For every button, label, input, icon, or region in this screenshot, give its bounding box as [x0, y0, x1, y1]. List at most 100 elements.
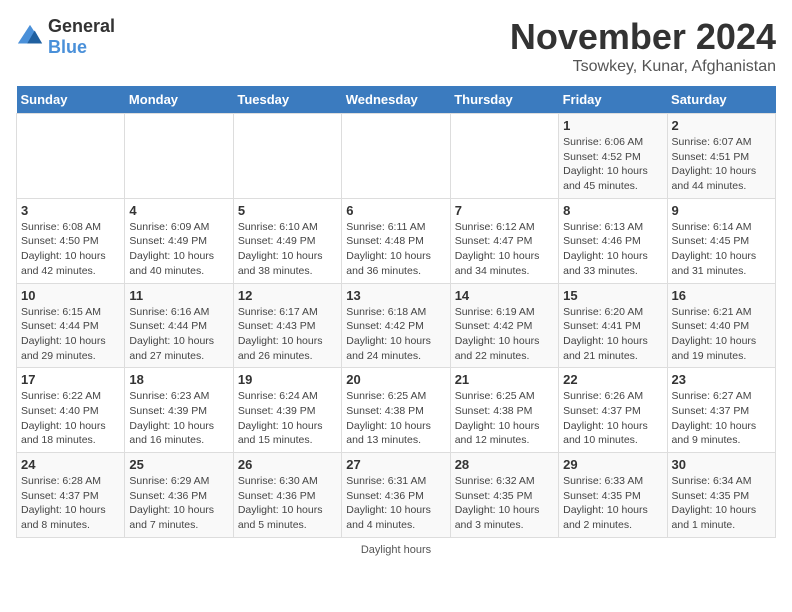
day-number: 1 [563, 118, 662, 133]
calendar-cell [233, 114, 341, 199]
day-info: Sunrise: 6:25 AM Sunset: 4:38 PM Dayligh… [455, 389, 554, 448]
day-number: 21 [455, 372, 554, 387]
logo-icon [16, 23, 44, 51]
calendar-cell: 29Sunrise: 6:33 AM Sunset: 4:35 PM Dayli… [559, 453, 667, 538]
day-info: Sunrise: 6:30 AM Sunset: 4:36 PM Dayligh… [238, 474, 337, 533]
day-info: Sunrise: 6:16 AM Sunset: 4:44 PM Dayligh… [129, 305, 228, 364]
day-info: Sunrise: 6:11 AM Sunset: 4:48 PM Dayligh… [346, 220, 445, 279]
day-number: 25 [129, 457, 228, 472]
day-number: 17 [21, 372, 120, 387]
calendar-cell: 1Sunrise: 6:06 AM Sunset: 4:52 PM Daylig… [559, 114, 667, 199]
calendar-cell: 15 Sunrise: 6:20 AM Sunset: 4:41 PM Dayli… [559, 283, 667, 368]
calendar-cell: 25 Sunrise: 6:29 AM Sunset: 4:36 PM Dayli… [125, 453, 233, 538]
day-number: 10 [21, 288, 120, 303]
calendar-cell: 6 Sunrise: 6:11 AM Sunset: 4:48 PM Daylig… [342, 198, 450, 283]
calendar-cell: 27Sunrise: 6:31 AM Sunset: 4:36 PM Dayli… [342, 453, 450, 538]
day-info: Sunrise: 6:14 AM Sunset: 4:45 PM Dayligh… [672, 220, 771, 279]
location-title: Tsowkey, Kunar, Afghanistan [510, 58, 776, 76]
logo-text-general: General [48, 16, 115, 36]
calendar-cell: 2Sunrise: 6:07 AM Sunset: 4:51 PM Daylig… [667, 114, 775, 199]
calendar-day-header: Tuesday [233, 86, 341, 114]
calendar-cell: 18 Sunrise: 6:23 AM Sunset: 4:39 PM Dayli… [125, 368, 233, 453]
calendar-day-header: Monday [125, 86, 233, 114]
calendar-cell: 12 Sunrise: 6:17 AM Sunset: 4:43 PM Dayli… [233, 283, 341, 368]
calendar-cell: 23Sunrise: 6:27 AM Sunset: 4:37 PM Dayli… [667, 368, 775, 453]
calendar-cell: 9Sunrise: 6:14 AM Sunset: 4:45 PM Daylig… [667, 198, 775, 283]
day-number: 8 [563, 203, 662, 218]
day-number: 11 [129, 288, 228, 303]
day-number: 30 [672, 457, 771, 472]
day-info: Sunrise: 6:08 AM Sunset: 4:50 PM Dayligh… [21, 220, 120, 279]
calendar-cell: 4Sunrise: 6:09 AM Sunset: 4:49 PM Daylig… [125, 198, 233, 283]
day-info: Sunrise: 6:28 AM Sunset: 4:37 PM Dayligh… [21, 474, 120, 533]
day-info: Sunrise: 6:15 AM Sunset: 4:44 PM Dayligh… [21, 305, 120, 364]
day-info: Sunrise: 6:20 AM Sunset: 4:41 PM Dayligh… [563, 305, 662, 364]
calendar-cell: 3 Sunrise: 6:08 AM Sunset: 4:50 PM Daylig… [17, 198, 125, 283]
calendar-week-row: 10 Sunrise: 6:15 AM Sunset: 4:44 PM Dayli… [17, 283, 776, 368]
day-number: 22 [563, 372, 662, 387]
calendar-cell: 30 Sunrise: 6:34 AM Sunset: 4:35 PM Dayli… [667, 453, 775, 538]
calendar-day-header: Sunday [17, 86, 125, 114]
footer-note: Daylight hours [16, 544, 776, 556]
calendar-week-row: 17 Sunrise: 6:22 AM Sunset: 4:40 PM Dayli… [17, 368, 776, 453]
calendar-week-row: 1Sunrise: 6:06 AM Sunset: 4:52 PM Daylig… [17, 114, 776, 199]
day-number: 18 [129, 372, 228, 387]
day-info: Sunrise: 6:22 AM Sunset: 4:40 PM Dayligh… [21, 389, 120, 448]
day-number: 28 [455, 457, 554, 472]
day-number: 26 [238, 457, 337, 472]
day-info: Sunrise: 6:23 AM Sunset: 4:39 PM Dayligh… [129, 389, 228, 448]
day-number: 27 [346, 457, 445, 472]
calendar-cell: 13 Sunrise: 6:18 AM Sunset: 4:42 PM Dayli… [342, 283, 450, 368]
day-info: Sunrise: 6:17 AM Sunset: 4:43 PM Dayligh… [238, 305, 337, 364]
calendar-header-row: SundayMondayTuesdayWednesdayThursdayFrid… [17, 86, 776, 114]
calendar-cell: 16 Sunrise: 6:21 AM Sunset: 4:40 PM Dayli… [667, 283, 775, 368]
calendar-cell: 17 Sunrise: 6:22 AM Sunset: 4:40 PM Dayli… [17, 368, 125, 453]
day-info: Sunrise: 6:18 AM Sunset: 4:42 PM Dayligh… [346, 305, 445, 364]
calendar-table: SundayMondayTuesdayWednesdayThursdayFrid… [16, 86, 776, 538]
day-number: 15 [563, 288, 662, 303]
calendar-cell: 22 Sunrise: 6:26 AM Sunset: 4:37 PM Dayli… [559, 368, 667, 453]
day-number: 13 [346, 288, 445, 303]
day-number: 7 [455, 203, 554, 218]
day-number: 24 [21, 457, 120, 472]
day-number: 6 [346, 203, 445, 218]
calendar-day-header: Wednesday [342, 86, 450, 114]
day-info: Sunrise: 6:19 AM Sunset: 4:42 PM Dayligh… [455, 305, 554, 364]
calendar-cell [125, 114, 233, 199]
day-number: 5 [238, 203, 337, 218]
day-number: 23 [672, 372, 771, 387]
day-number: 2 [672, 118, 771, 133]
calendar-week-row: 3 Sunrise: 6:08 AM Sunset: 4:50 PM Daylig… [17, 198, 776, 283]
page-header: General Blue November 2024 Tsowkey, Kuna… [16, 16, 776, 76]
day-info: Sunrise: 6:24 AM Sunset: 4:39 PM Dayligh… [238, 389, 337, 448]
calendar-cell: 10 Sunrise: 6:15 AM Sunset: 4:44 PM Dayli… [17, 283, 125, 368]
calendar-cell: 28Sunrise: 6:32 AM Sunset: 4:35 PM Dayli… [450, 453, 558, 538]
calendar-cell [450, 114, 558, 199]
calendar-cell: 8 Sunrise: 6:13 AM Sunset: 4:46 PM Daylig… [559, 198, 667, 283]
calendar-cell: 7 Sunrise: 6:12 AM Sunset: 4:47 PM Daylig… [450, 198, 558, 283]
day-number: 16 [672, 288, 771, 303]
logo-text-blue: Blue [48, 37, 87, 57]
day-info: Sunrise: 6:26 AM Sunset: 4:37 PM Dayligh… [563, 389, 662, 448]
day-number: 12 [238, 288, 337, 303]
calendar-cell [17, 114, 125, 199]
calendar-week-row: 24 Sunrise: 6:28 AM Sunset: 4:37 PM Dayli… [17, 453, 776, 538]
day-info: Sunrise: 6:34 AM Sunset: 4:35 PM Dayligh… [672, 474, 771, 533]
calendar-cell [342, 114, 450, 199]
calendar-cell: 20Sunrise: 6:25 AM Sunset: 4:38 PM Dayli… [342, 368, 450, 453]
month-title: November 2024 [510, 16, 776, 58]
day-info: Sunrise: 6:10 AM Sunset: 4:49 PM Dayligh… [238, 220, 337, 279]
calendar-day-header: Thursday [450, 86, 558, 114]
day-number: 19 [238, 372, 337, 387]
day-number: 14 [455, 288, 554, 303]
day-info: Sunrise: 6:29 AM Sunset: 4:36 PM Dayligh… [129, 474, 228, 533]
calendar-cell: 19 Sunrise: 6:24 AM Sunset: 4:39 PM Dayli… [233, 368, 341, 453]
calendar-cell: 14 Sunrise: 6:19 AM Sunset: 4:42 PM Dayli… [450, 283, 558, 368]
calendar-cell: 21 Sunrise: 6:25 AM Sunset: 4:38 PM Dayli… [450, 368, 558, 453]
calendar-cell: 26 Sunrise: 6:30 AM Sunset: 4:36 PM Dayli… [233, 453, 341, 538]
day-number: 3 [21, 203, 120, 218]
day-info: Sunrise: 6:12 AM Sunset: 4:47 PM Dayligh… [455, 220, 554, 279]
day-info: Sunrise: 6:09 AM Sunset: 4:49 PM Dayligh… [129, 220, 228, 279]
day-info: Sunrise: 6:13 AM Sunset: 4:46 PM Dayligh… [563, 220, 662, 279]
day-info: Sunrise: 6:21 AM Sunset: 4:40 PM Dayligh… [672, 305, 771, 364]
